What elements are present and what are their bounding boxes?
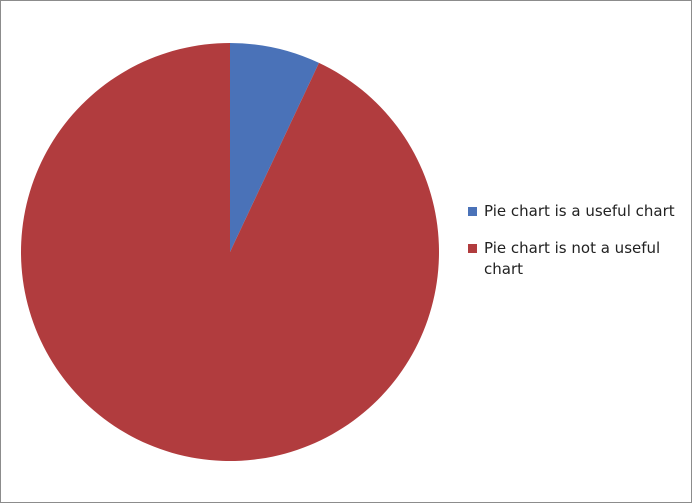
legend-swatch-useful bbox=[468, 207, 477, 216]
chart-area: Pie chart is a useful chart Pie chart is… bbox=[0, 0, 692, 503]
legend-item-useful: Pie chart is a useful chart bbox=[468, 201, 683, 222]
legend-item-not-useful: Pie chart is not a useful chart bbox=[468, 238, 683, 280]
legend-label-useful: Pie chart is a useful chart bbox=[484, 202, 675, 220]
legend-swatch-not-useful bbox=[468, 244, 477, 253]
legend-label-not-useful: Pie chart is not a useful chart bbox=[484, 239, 661, 278]
legend: Pie chart is a useful chart Pie chart is… bbox=[468, 201, 683, 296]
pie-slice-not-useful bbox=[20, 43, 439, 461]
